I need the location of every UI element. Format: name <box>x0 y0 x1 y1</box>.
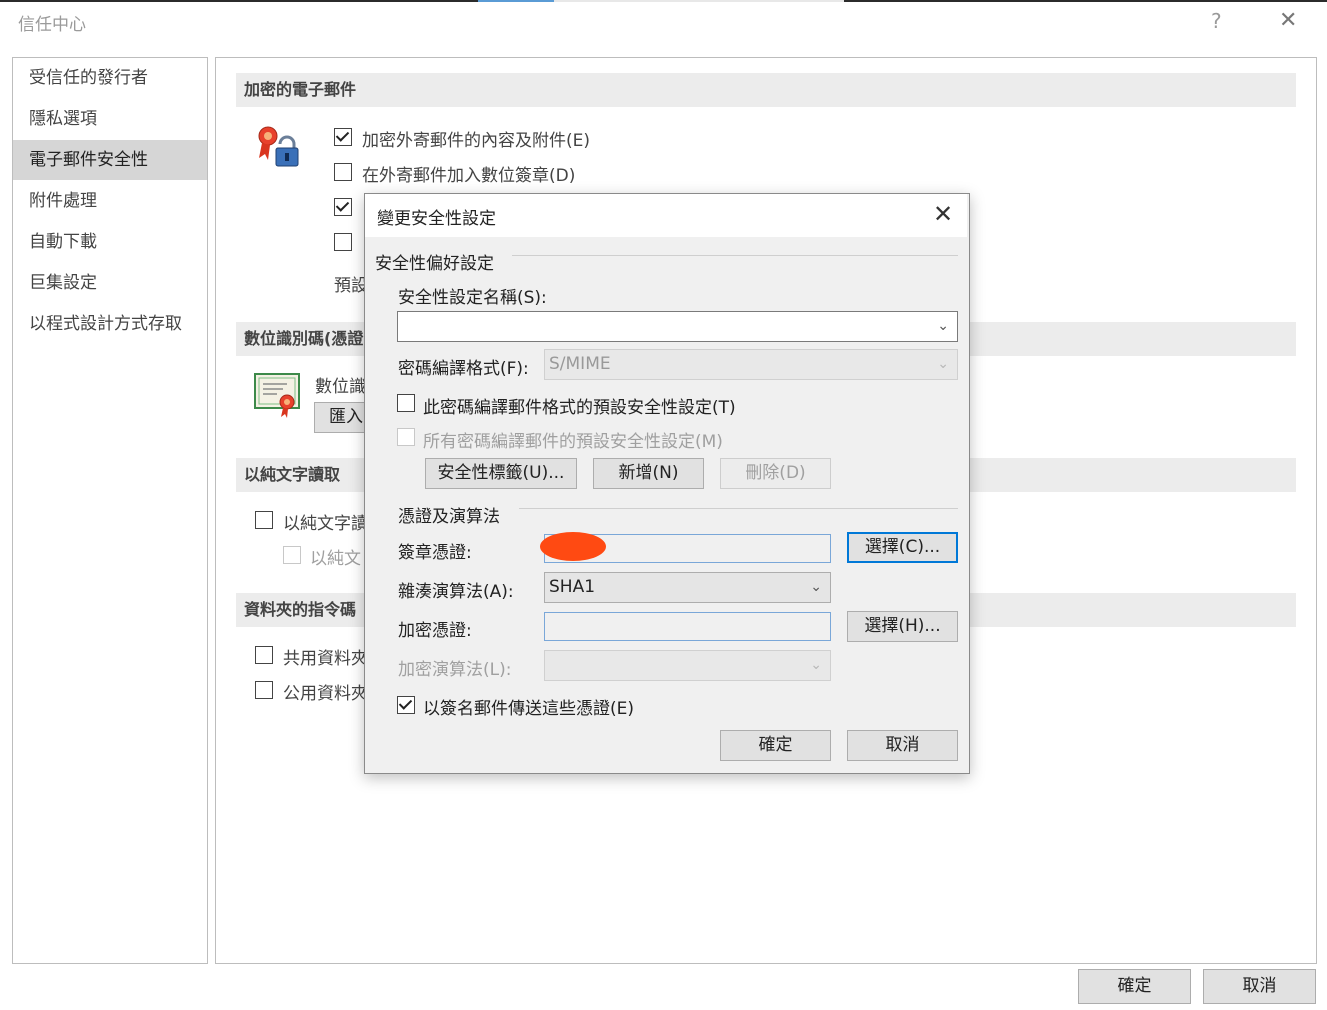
certificate-lock-icon <box>254 124 302 170</box>
sidebar-item-trusted-publishers[interactable]: 受信任的發行者 <box>13 58 207 98</box>
close-icon[interactable]: ✕ <box>1279 8 1297 33</box>
security-preferences-group-label: 安全性偏好設定 <box>375 254 494 274</box>
chevron-down-icon: ⌄ <box>810 579 822 595</box>
add-signature-checkbox[interactable] <box>334 163 352 181</box>
encryption-cert-label: 加密憑證: <box>398 621 472 641</box>
sidebar-item-macro-settings[interactable]: 巨集設定 <box>13 263 207 303</box>
sidebar: 受信任的發行者 隱私選項 電子郵件安全性 附件處理 自動下載 巨集設定 以程式設… <box>12 57 208 964</box>
dialog-ok-button[interactable]: 確定 <box>720 730 831 761</box>
dialog-title: 變更安全性設定 <box>377 209 496 229</box>
send-certs-label: 以簽名郵件傳送這些憑證(E) <box>423 699 635 719</box>
digital-id-text: 數位識 <box>315 377 366 397</box>
crypto-format-value: S/MIME <box>549 354 611 374</box>
section-header-encrypted-email: 加密的電子郵件 <box>236 73 1296 107</box>
add-signature-label: 在外寄郵件加入數位簽章(D) <box>362 166 576 186</box>
shared-folder-script-checkbox[interactable] <box>255 646 273 664</box>
choose-signing-cert-button[interactable]: 選擇(C)... <box>847 532 958 563</box>
certificate-icon <box>254 372 302 418</box>
chevron-down-icon: ⌄ <box>937 356 949 372</box>
new-button[interactable]: 新增(N) <box>593 458 704 489</box>
crypto-format-select[interactable]: S/MIME ⌄ <box>544 349 958 380</box>
sidebar-item-attachment-handling[interactable]: 附件處理 <box>13 181 207 221</box>
read-signed-plain-text-checkbox[interactable] <box>283 546 301 564</box>
public-folder-script-checkbox[interactable] <box>255 681 273 699</box>
hash-algorithm-select[interactable]: SHA1 ⌄ <box>544 572 831 603</box>
encryption-algorithm-select[interactable]: ⌄ <box>544 650 831 681</box>
group-divider <box>519 508 958 509</box>
public-folder-script-label: 公用資料夾 <box>283 684 368 704</box>
encrypt-contents-checkbox[interactable] <box>334 128 352 146</box>
sidebar-item-privacy-options[interactable]: 隱私選項 <box>13 99 207 139</box>
encrypt-contents-label: 加密外寄郵件的內容及附件(E) <box>362 131 591 151</box>
ok-button[interactable]: 確定 <box>1078 969 1191 1004</box>
hash-algorithm-label: 雜湊演算法(A): <box>398 582 514 602</box>
encrypted-option-3-checkbox[interactable] <box>334 198 352 216</box>
window-title: 信任中心 <box>18 15 86 35</box>
read-plain-text-label: 以純文字讀 <box>283 514 368 534</box>
group-divider <box>512 255 958 256</box>
delete-button[interactable]: 刪除(D) <box>720 458 831 489</box>
default-setting-label: 預設 <box>334 276 368 296</box>
dialog-close-icon[interactable]: ✕ <box>933 200 953 228</box>
redaction-mark <box>540 532 606 561</box>
read-signed-plain-text-label: 以純文 <box>310 549 361 569</box>
encryption-cert-field[interactable] <box>544 612 831 641</box>
chevron-down-icon: ⌄ <box>937 318 949 334</box>
settings-name-label: 安全性設定名稱(S): <box>398 288 547 308</box>
default-for-all-label: 所有密碼編譯郵件的預設安全性設定(M) <box>423 432 723 452</box>
cancel-button[interactable]: 取消 <box>1203 969 1316 1004</box>
read-plain-text-checkbox[interactable] <box>255 511 273 529</box>
sidebar-item-email-security[interactable]: 電子郵件安全性 <box>13 140 207 180</box>
shared-folder-script-label: 共用資料夾 <box>283 649 368 669</box>
settings-name-combo[interactable]: ⌄ <box>397 311 958 342</box>
encrypted-option-4-checkbox[interactable] <box>334 233 352 251</box>
dialog-cancel-button[interactable]: 取消 <box>847 730 958 761</box>
encryption-algorithm-label: 加密演算法(L): <box>398 660 512 680</box>
chevron-down-icon: ⌄ <box>810 657 822 673</box>
crypto-format-label: 密碼編譯格式(F): <box>398 359 529 379</box>
send-certs-checkbox[interactable] <box>397 696 415 714</box>
signing-cert-label: 簽章憑證: <box>398 543 472 563</box>
sidebar-item-automatic-download[interactable]: 自動下載 <box>13 222 207 262</box>
default-for-all-checkbox[interactable] <box>397 428 415 446</box>
hash-algorithm-value: SHA1 <box>549 577 596 597</box>
default-for-format-label: 此密碼編譯郵件格式的預設安全性設定(T) <box>423 398 736 418</box>
window-top-edge <box>0 0 1327 2</box>
sidebar-item-programmatic-access[interactable]: 以程式設計方式存取 <box>13 304 207 344</box>
cert-algorithm-group-label: 憑證及演算法 <box>398 507 500 527</box>
choose-encryption-cert-button[interactable]: 選擇(H)... <box>847 611 958 642</box>
dialog-titlebar: 變更安全性設定 ✕ <box>365 194 967 237</box>
help-icon[interactable]: ? <box>1211 9 1222 33</box>
default-for-format-checkbox[interactable] <box>397 394 415 412</box>
security-labels-button[interactable]: 安全性標籤(U)... <box>425 458 577 489</box>
